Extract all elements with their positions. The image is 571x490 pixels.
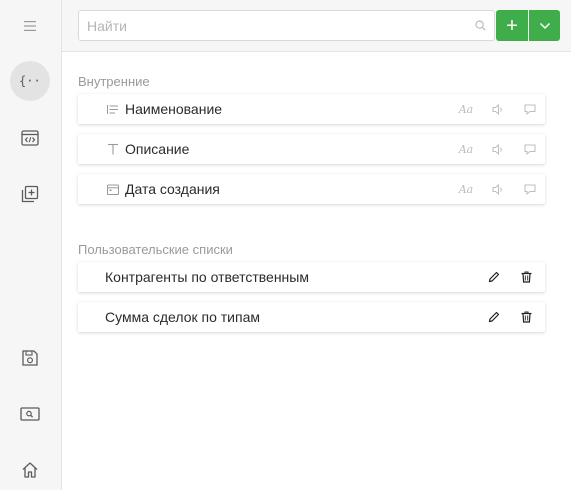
font-case-icon[interactable]: Aa: [458, 101, 474, 117]
comment-icon[interactable]: [522, 101, 538, 117]
font-case-icon[interactable]: Aa: [458, 141, 474, 157]
search-box: [78, 10, 495, 41]
text-lines-icon: [106, 102, 120, 116]
curly-braces-icon: {···}: [19, 74, 41, 88]
add-copy-icon: [21, 185, 39, 203]
svg-text:{···}: {···}: [19, 74, 41, 88]
hamburger-menu-button[interactable]: [10, 6, 50, 46]
edit-pencil-icon[interactable]: [486, 269, 502, 285]
speaker-icon[interactable]: [490, 141, 506, 157]
add-button[interactable]: +: [496, 10, 528, 41]
trash-icon[interactable]: [518, 309, 534, 325]
home-icon: [22, 462, 38, 478]
item-label: Описание: [125, 141, 190, 157]
app-root: {···}: [0, 0, 571, 490]
comment-icon[interactable]: [522, 141, 538, 157]
code-window-icon: [21, 130, 39, 146]
search-input[interactable]: [79, 11, 466, 40]
section-title-custom: Пользовательские списки: [78, 242, 233, 257]
font-case-icon[interactable]: Aa: [458, 181, 474, 197]
text-t-icon: [106, 142, 120, 156]
section-title-internal: Внутренние: [78, 74, 150, 89]
list-item[interactable]: Описание Aa: [78, 134, 545, 164]
item-label: Дата создания: [125, 181, 220, 197]
trash-icon[interactable]: [518, 269, 534, 285]
dropdown-button[interactable]: [529, 10, 560, 41]
search-window-icon: [20, 407, 40, 421]
rail-variables-button[interactable]: {···}: [10, 61, 50, 101]
list-item[interactable]: Сумма сделок по типам: [78, 302, 545, 332]
list-item[interactable]: Наименование Aa: [78, 94, 545, 124]
item-label: Наименование: [125, 101, 223, 117]
list-item[interactable]: Контрагенты по ответственным: [78, 262, 545, 292]
rail-home-button[interactable]: [10, 450, 50, 490]
rail-save-button[interactable]: [10, 338, 50, 378]
chevron-down-icon: [539, 22, 550, 29]
hamburger-icon: [24, 21, 36, 31]
rail-search-window-button[interactable]: [10, 394, 50, 434]
plus-icon: +: [506, 14, 518, 37]
speaker-icon[interactable]: [490, 181, 506, 197]
rail-add-copy-button[interactable]: [10, 174, 50, 214]
left-rail: {···}: [0, 0, 62, 490]
list-item[interactable]: Дата создания Aa: [78, 174, 545, 204]
item-label: Контрагенты по ответственным: [105, 269, 309, 285]
save-disk-icon: [22, 350, 38, 366]
edit-pencil-icon[interactable]: [486, 309, 502, 325]
speaker-icon[interactable]: [490, 101, 506, 117]
comment-icon[interactable]: [522, 181, 538, 197]
top-bar: +: [62, 0, 571, 52]
rail-code-window-button[interactable]: [10, 118, 50, 158]
item-label: Сумма сделок по типам: [105, 309, 260, 325]
calendar-icon: [106, 182, 120, 196]
search-icon[interactable]: [466, 11, 494, 40]
